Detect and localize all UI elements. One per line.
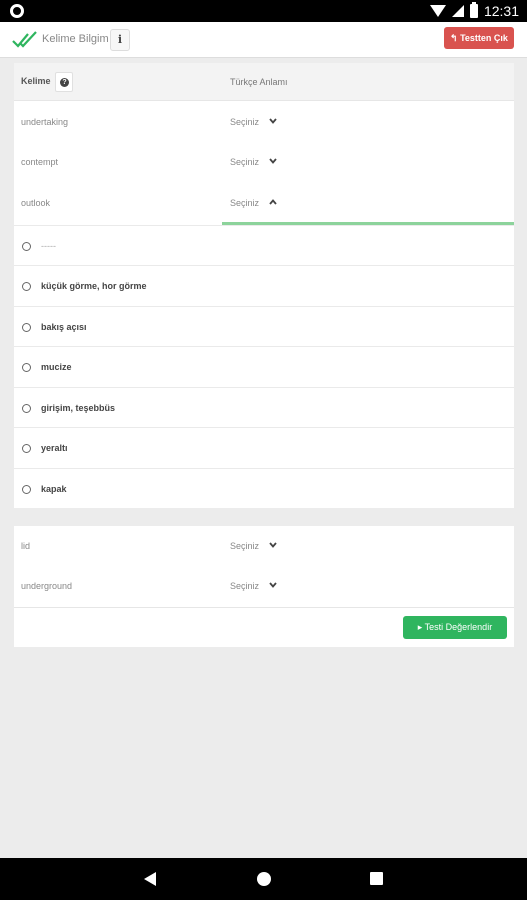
option-label: mucize: [41, 362, 72, 372]
option-item[interactable]: kapak: [14, 468, 514, 508]
exit-test-label: Testten Çık: [460, 33, 508, 43]
option-item[interactable]: yeraltı: [14, 427, 514, 467]
row-word: lid: [21, 541, 31, 551]
table-row: contempt Seçiniz: [14, 142, 514, 182]
chevron-down-icon[interactable]: [268, 580, 278, 590]
question-card: Kelime ? Türkçe Anlamı undertaking Seçin…: [14, 63, 514, 508]
option-item[interactable]: bakış açısı: [14, 306, 514, 346]
option-label: kapak: [41, 484, 67, 494]
double-check-icon: [12, 31, 37, 48]
meaning-select[interactable]: Seçiniz: [230, 117, 259, 127]
row-word: underground: [21, 581, 73, 591]
radio-icon[interactable]: [22, 323, 31, 332]
battery-icon: [469, 2, 478, 18]
chevron-down-icon[interactable]: [268, 540, 278, 550]
meaning-select[interactable]: Seçiniz: [230, 157, 259, 167]
radio-icon[interactable]: [22, 242, 31, 251]
app-bar: Kelime Bilgim i ↰ Testten Çık: [0, 22, 527, 58]
option-label: girişim, teşebbüs: [41, 403, 116, 413]
table-row-open: outlook Seçiniz: [14, 183, 514, 223]
option-item[interactable]: mucize: [14, 346, 514, 386]
info-button[interactable]: i: [110, 29, 130, 51]
column-meaning-header: Türkçe Anlamı: [230, 77, 288, 87]
wifi-icon: [429, 5, 446, 17]
chevron-up-icon[interactable]: [268, 197, 278, 207]
question-card-2: lid Seçiniz underground Seçiniz ▸ Testi …: [14, 526, 514, 647]
column-word-header: Kelime: [21, 76, 51, 86]
exit-test-button[interactable]: ↰ Testten Çık: [444, 27, 514, 49]
option-item[interactable]: küçük görme, hor görme: [14, 265, 514, 305]
status-app-icon: [10, 4, 24, 18]
row-word: outlook: [21, 198, 51, 208]
help-button[interactable]: ?: [55, 72, 73, 92]
option-label: yeraltı: [41, 443, 68, 453]
table-header: Kelime ? Türkçe Anlamı: [14, 63, 514, 101]
meaning-select[interactable]: Seçiniz: [230, 581, 259, 591]
radio-icon[interactable]: [22, 282, 31, 291]
option-label: -----: [41, 241, 56, 251]
option-item[interactable]: -----: [14, 225, 514, 265]
row-word: contempt: [21, 157, 59, 167]
meaning-select[interactable]: Seçiniz: [230, 541, 259, 551]
option-label: küçük görme, hor görme: [41, 281, 147, 291]
chevron-down-icon[interactable]: [268, 156, 278, 166]
chevron-down-icon[interactable]: [268, 116, 278, 126]
evaluate-test-button[interactable]: ▸ Testi Değerlendir: [403, 616, 507, 639]
table-row: underground Seçiniz: [14, 566, 514, 606]
radio-icon[interactable]: [22, 363, 31, 372]
radio-icon[interactable]: [22, 404, 31, 413]
help-icon: ?: [60, 78, 69, 87]
table-row: lid Seçiniz: [14, 526, 514, 566]
evaluate-label: Testi Değerlendir: [424, 622, 493, 632]
system-nav-bar: [0, 858, 527, 900]
status-bar: 12:31: [0, 0, 527, 22]
row-word: undertaking: [21, 117, 69, 127]
back-icon[interactable]: [144, 872, 156, 886]
radio-icon[interactable]: [22, 444, 31, 453]
table-row: undertaking Seçiniz: [14, 102, 514, 142]
option-item[interactable]: girişim, teşebbüs: [14, 387, 514, 427]
meaning-select[interactable]: Seçiniz: [230, 198, 259, 208]
home-icon[interactable]: [257, 872, 271, 886]
status-time: 12:31: [483, 3, 519, 19]
divider: [14, 607, 514, 608]
option-label: bakış açısı: [41, 322, 87, 332]
app-title: Kelime Bilgim: [42, 33, 109, 45]
recent-apps-icon[interactable]: [370, 872, 383, 885]
signal-icon: [451, 5, 464, 17]
radio-icon[interactable]: [22, 485, 31, 494]
